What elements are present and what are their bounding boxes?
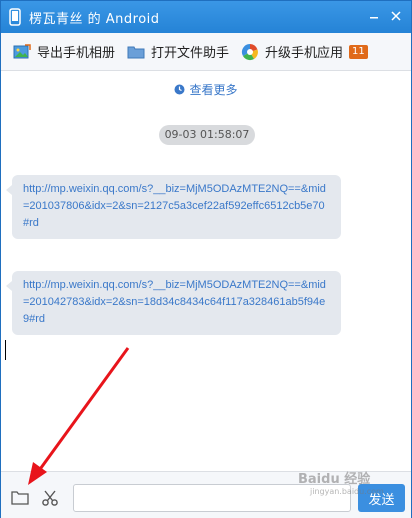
see-more-link[interactable]: 查看更多 [1, 81, 411, 98]
message-bubble[interactable]: http://mp.weixin.qq.com/s?__biz=MjM5ODAz… [6, 175, 341, 239]
send-button[interactable]: 发送 [358, 484, 405, 512]
minimize-button[interactable] [363, 7, 385, 25]
upgrade-apps-button[interactable]: 升级手机应用 11 [241, 37, 368, 67]
message-bubble[interactable]: http://mp.weixin.qq.com/s?__biz=MjM5ODAz… [6, 271, 341, 335]
message-timestamp: 09-03 01:58:07 [159, 125, 255, 145]
export-album-icon [13, 43, 31, 58]
minimize-icon [370, 17, 378, 19]
input-bar: 发送 [1, 471, 411, 518]
folder-icon [11, 491, 29, 505]
file-assistant-label: 打开文件助手 [151, 46, 230, 61]
message-link[interactable]: http://mp.weixin.qq.com/s?__biz=MjM5ODAz… [23, 279, 326, 325]
see-more-label: 查看更多 [189, 83, 238, 97]
folder-icon [127, 46, 145, 58]
export-album-label: 导出手机相册 [37, 46, 116, 61]
clock-icon [174, 84, 185, 95]
android-window: 楞瓦青丝 的 Android 导出手机相册 打开文件助手 升级手机应用 11 查… [0, 0, 412, 518]
window-title: 楞瓦青丝 的 Android [29, 11, 160, 27]
file-assistant-button[interactable]: 打开文件助手 [127, 37, 229, 67]
upgrade-count-badge: 11 [349, 44, 368, 59]
close-icon [391, 11, 401, 21]
title-bar[interactable]: 楞瓦青丝 的 Android [1, 1, 411, 33]
close-button[interactable] [385, 7, 407, 25]
upgrade-apps-label: 升级手机应用 [265, 46, 344, 61]
message-link[interactable]: http://mp.weixin.qq.com/s?__biz=MjM5ODAz… [23, 183, 326, 229]
export-album-button[interactable]: 导出手机相册 [13, 37, 115, 67]
scissors-icon [42, 490, 58, 506]
chat-area[interactable]: 查看更多 09-03 01:58:07 http://mp.weixin.qq.… [1, 72, 411, 471]
upgrade-apps-icon [241, 43, 258, 60]
message-input[interactable] [73, 484, 351, 512]
text-cursor [5, 340, 6, 360]
screenshot-button[interactable] [41, 489, 59, 510]
send-file-button[interactable] [11, 490, 29, 508]
toolbar: 导出手机相册 打开文件助手 升级手机应用 11 [1, 33, 411, 71]
phone-icon [9, 8, 21, 26]
